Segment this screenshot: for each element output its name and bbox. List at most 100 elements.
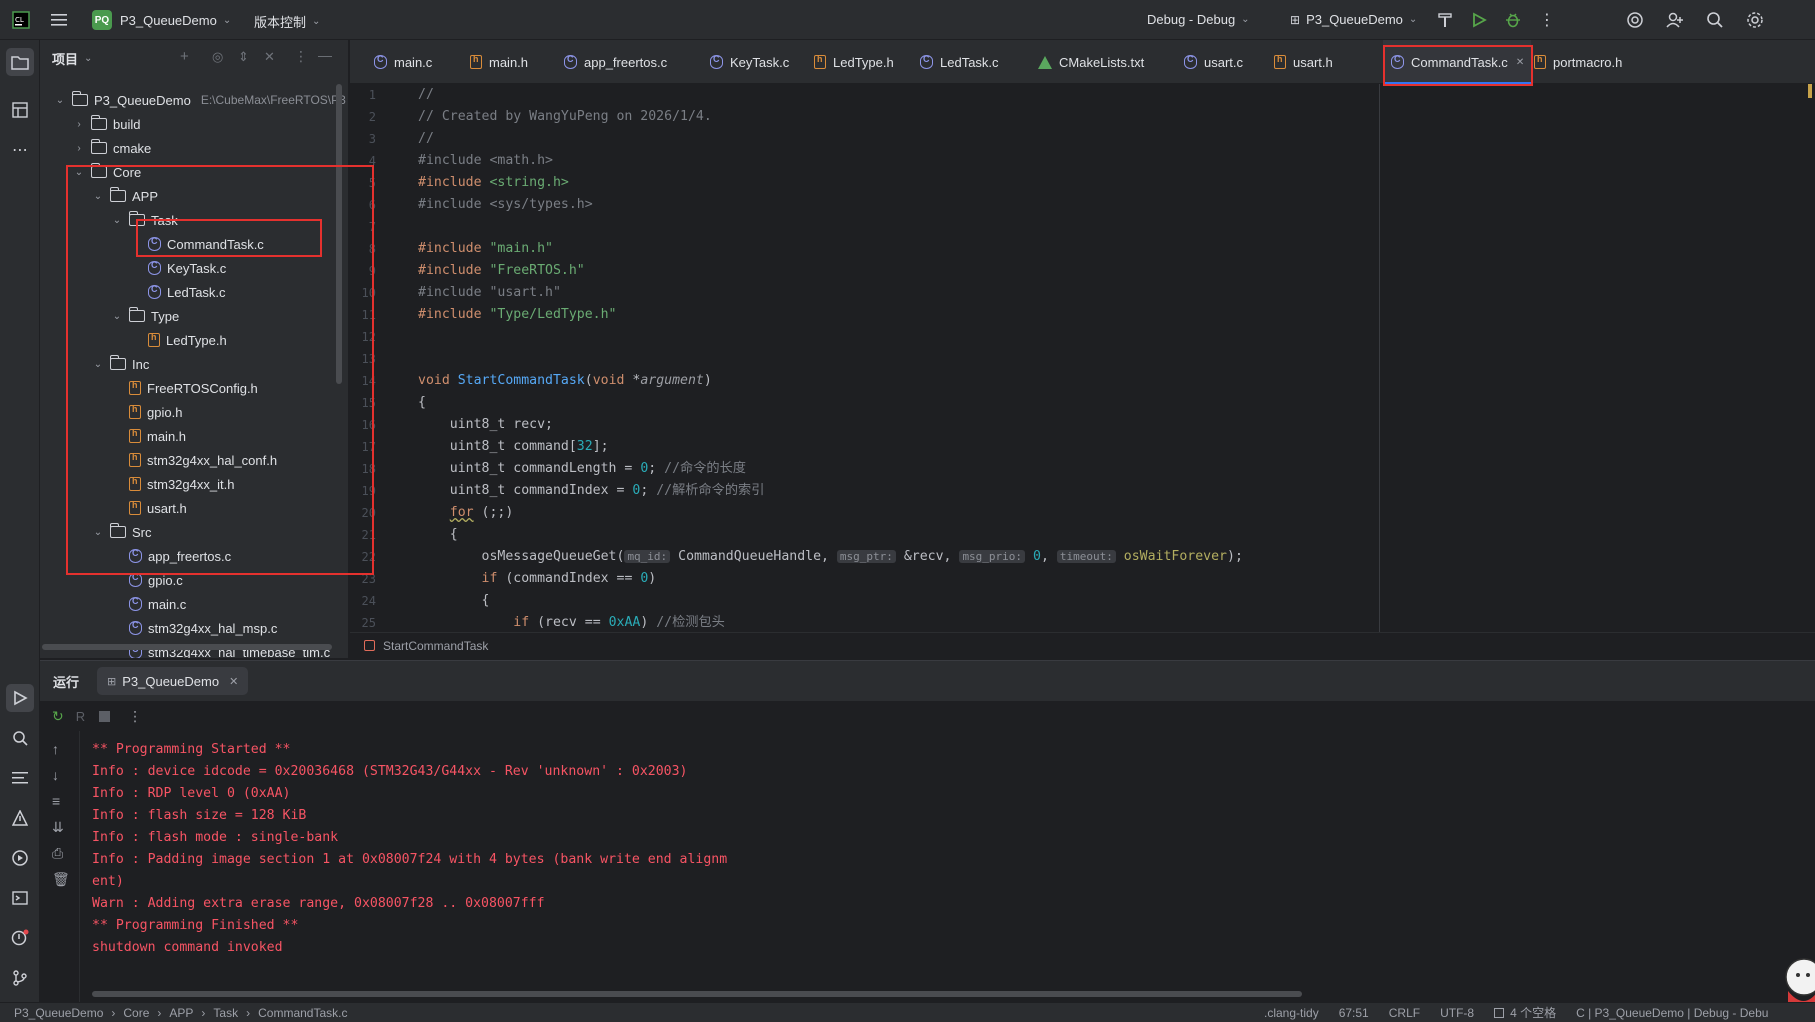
chevron-down-icon[interactable]: ⌄ (73, 167, 85, 178)
chevron-down-icon[interactable]: ⌄ (111, 311, 123, 322)
search-icon[interactable] (1704, 9, 1726, 31)
indent-widget[interactable]: 4 个空格 (1494, 1004, 1556, 1021)
status-crumb[interactable]: APP (169, 1006, 193, 1020)
editor-tab[interactable]: CMakeLists.txt (1030, 40, 1168, 84)
more-vertical-icon[interactable]: ⋮ (294, 48, 308, 65)
close-tab-icon[interactable]: ✕ (1516, 57, 1524, 68)
tree-item[interactable]: LedTask.c (130, 280, 226, 304)
rerun-icon[interactable]: ↻ (52, 708, 64, 725)
tree-item[interactable]: ⌄ Task (111, 208, 178, 232)
find-tool-icon[interactable] (6, 724, 34, 752)
project-selector[interactable]: PQ P3_QueueDemo ⌄ (92, 10, 231, 30)
tree-item[interactable]: ⌄ Inc (92, 352, 149, 376)
tree-item[interactable]: KeyTask.c (130, 256, 226, 280)
tree-item[interactable]: LedType.h (130, 328, 227, 352)
editor-tab[interactable]: usart.h (1266, 40, 1374, 84)
console-horizontal-scrollbar[interactable] (92, 991, 1302, 997)
tree-item[interactable]: stm32g4xx_hal_conf.h (111, 448, 277, 472)
code-breadcrumb[interactable]: StartCommandTask (350, 632, 1815, 658)
project-folder-icon[interactable] (6, 48, 34, 76)
editor-tab[interactable]: app_freertos.c (556, 40, 696, 84)
chevron-down-icon[interactable]: ⌄ (92, 359, 104, 370)
run-config-tab[interactable]: ⊞ P3_QueueDemo ✕ (97, 667, 249, 695)
trash-icon[interactable]: 🗑 (52, 871, 70, 888)
tree-item[interactable]: stm32g4xx_it.h (111, 472, 234, 496)
tree-horizontal-scrollbar[interactable] (42, 644, 332, 650)
tree-item[interactable]: gpio.h (111, 400, 182, 424)
chevron-down-icon[interactable]: ⌄ (92, 191, 104, 202)
tree-item[interactable]: CommandTask.c (130, 232, 264, 256)
tree-item[interactable]: main.c (111, 592, 186, 616)
add-user-icon[interactable] (1664, 9, 1686, 31)
close-icon[interactable]: ✕ (229, 675, 238, 688)
file-encoding[interactable]: UTF-8 (1440, 1006, 1474, 1020)
line-separator[interactable]: CRLF (1389, 1006, 1420, 1020)
hamburger-menu-icon[interactable] (48, 9, 70, 31)
breadcrumb-function[interactable]: StartCommandTask (383, 639, 488, 653)
more-vertical-icon[interactable]: ⋮ (128, 708, 142, 725)
todo-list-icon[interactable] (6, 764, 34, 792)
stop-icon[interactable] (99, 710, 111, 722)
project-panel-title[interactable]: 项目 (52, 49, 78, 68)
clang-tidy-widget[interactable]: .clang-tidy (1264, 1006, 1319, 1020)
tree-item[interactable]: main.h (111, 424, 186, 448)
scroll-to-end-icon[interactable]: ⇊ (52, 819, 64, 836)
tree-item[interactable]: usart.h (111, 496, 187, 520)
tree-item[interactable]: ⌄ P3_QueueDemo E:\CubeMax\FreeRTOS\P3 (54, 88, 346, 112)
problems-warning-icon[interactable] (6, 804, 34, 832)
terminal-icon[interactable] (6, 884, 34, 912)
chevron-right-icon[interactable]: › (73, 143, 85, 154)
tree-item[interactable]: FreeRTOSConfig.h (111, 376, 258, 400)
arrow-up-icon[interactable]: ↑ (52, 741, 59, 757)
tree-item[interactable]: app_freertos.c (111, 544, 231, 568)
tree-item[interactable]: ⌄ Core (73, 160, 141, 184)
expand-all-icon[interactable]: ⇕ (238, 49, 249, 65)
debug-icon[interactable] (1502, 9, 1524, 31)
status-crumb[interactable]: Task (213, 1006, 238, 1020)
tree-item[interactable]: ⌄ APP (92, 184, 158, 208)
chevron-down-icon[interactable]: ⌄ (111, 215, 123, 226)
editor-tab[interactable]: KeyTask.c (702, 40, 796, 84)
chevron-down-icon[interactable]: ⌄ (54, 95, 66, 106)
minimize-icon[interactable]: — (318, 47, 332, 63)
git-branch-icon[interactable] (6, 964, 34, 992)
build-config-selector[interactable]: Debug - Debug ⌄ (1147, 12, 1250, 27)
editor-tab[interactable]: portmacro.h (1526, 40, 1636, 84)
run-tool-icon[interactable] (6, 684, 34, 712)
add-icon[interactable]: + (180, 48, 189, 65)
tree-vertical-scrollbar[interactable] (336, 84, 342, 384)
editor-tab[interactable]: usart.c (1176, 40, 1258, 84)
notifications-alert-icon[interactable] (6, 924, 34, 952)
inspection-marker[interactable] (1808, 84, 1812, 98)
tree-item[interactable]: gpio.c (111, 568, 183, 592)
status-crumb[interactable]: P3_QueueDemo (14, 1006, 103, 1020)
tree-item[interactable]: stm32g4xx_hal_msp.c (111, 616, 277, 640)
editor-tab[interactable]: main.c (366, 40, 454, 84)
tree-item[interactable]: ⌄ Src (92, 520, 152, 544)
chevron-right-icon[interactable]: › (73, 119, 85, 130)
vcs-menu[interactable]: 版本控制 ⌄ (254, 12, 320, 31)
chevron-down-icon[interactable]: ⌄ (84, 53, 92, 64)
editor-tab[interactable]: CommandTask.c ✕ (1383, 40, 1531, 84)
settings-gear-icon[interactable] (1744, 9, 1766, 31)
ai-assistant-icon[interactable] (1624, 9, 1646, 31)
status-crumb[interactable]: CommandTask.c (258, 1006, 347, 1020)
context-widget[interactable]: C | P3_QueueDemo | Debug - Debu (1576, 1006, 1768, 1020)
editor-tab[interactable]: LedTask.c (912, 40, 1022, 84)
chevron-down-icon[interactable]: ⌄ (92, 527, 104, 538)
more-vertical-icon[interactable]: ⋮ (1536, 9, 1558, 31)
editor-tab[interactable]: LedType.h (806, 40, 906, 84)
rerun-failed-icon[interactable]: R (76, 709, 85, 724)
locate-icon[interactable]: ◎ (212, 49, 223, 65)
arrow-down-icon[interactable]: ↓ (52, 767, 59, 783)
structure-icon[interactable] (6, 96, 34, 124)
run-target-selector[interactable]: ⊞ P3_QueueDemo ⌄ (1290, 12, 1417, 27)
run-icon[interactable] (1468, 9, 1490, 31)
collapse-all-icon[interactable]: ✕ (264, 49, 275, 65)
tree-item[interactable]: › build (73, 112, 140, 136)
services-icon[interactable] (6, 844, 34, 872)
tree-item[interactable]: ⌄ Type (111, 304, 179, 328)
print-icon[interactable]: ⎙ (52, 845, 63, 862)
cursor-position[interactable]: 67:51 (1339, 1006, 1369, 1020)
more-tools-icon[interactable]: ⋯ (6, 136, 34, 164)
